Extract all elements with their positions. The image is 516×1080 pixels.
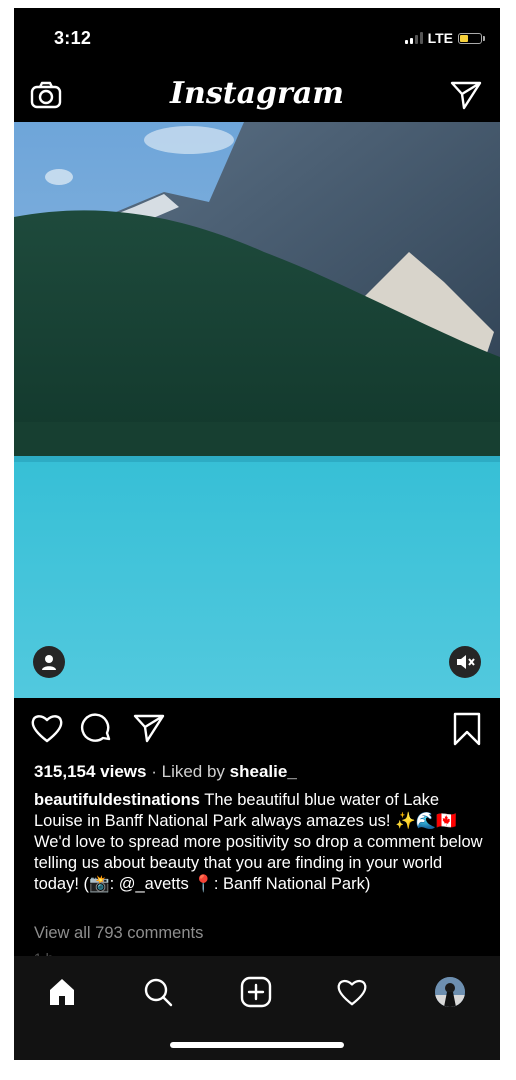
phone-screen: 3:12 LTE Instagram 315,154 views · Liked… <box>14 8 500 1060</box>
lake-video-frame <box>14 122 500 698</box>
stats-separator: · <box>151 762 162 781</box>
view-count[interactable]: 315,154 views <box>34 762 146 781</box>
status-bar: 3:12 LTE <box>14 8 500 64</box>
mute-icon[interactable] <box>449 646 481 678</box>
liked-by-user[interactable]: shealie_ <box>230 762 297 781</box>
status-time: 3:12 <box>54 28 92 48</box>
search-icon[interactable] <box>138 972 178 1012</box>
paper-plane-icon[interactable] <box>450 80 482 115</box>
status-indicators: LTE <box>404 30 485 46</box>
like-heart-icon[interactable] <box>30 712 64 749</box>
view-all-comments-link[interactable]: View all 793 comments <box>34 924 203 943</box>
network-label: LTE <box>427 30 453 46</box>
profile-avatar-image <box>435 977 465 1007</box>
signal-icon <box>404 32 423 44</box>
bookmark-icon[interactable] <box>452 712 482 751</box>
add-post-icon[interactable] <box>236 972 276 1012</box>
comment-bubble-icon[interactable] <box>80 712 114 749</box>
battery-icon <box>458 32 485 44</box>
home-indicator <box>170 1042 344 1048</box>
top-bar: Instagram <box>14 68 500 122</box>
share-paper-plane-icon[interactable] <box>132 712 166 749</box>
app-logo: Instagram <box>170 76 344 111</box>
bottom-tab-bar <box>14 956 500 1060</box>
tagged-user-icon[interactable] <box>33 646 65 678</box>
post-stats: 315,154 views · Liked by shealie_ <box>34 762 297 782</box>
post-video[interactable] <box>14 122 500 698</box>
activity-heart-icon[interactable] <box>332 972 372 1012</box>
profile-avatar[interactable] <box>430 972 470 1012</box>
home-icon[interactable] <box>42 972 82 1012</box>
liked-by-prefix: Liked by <box>161 762 225 781</box>
post-caption: beautifuldestinations The beautiful blue… <box>34 790 490 895</box>
post-actions <box>14 708 500 752</box>
caption-author[interactable]: beautifuldestinations <box>34 791 200 809</box>
